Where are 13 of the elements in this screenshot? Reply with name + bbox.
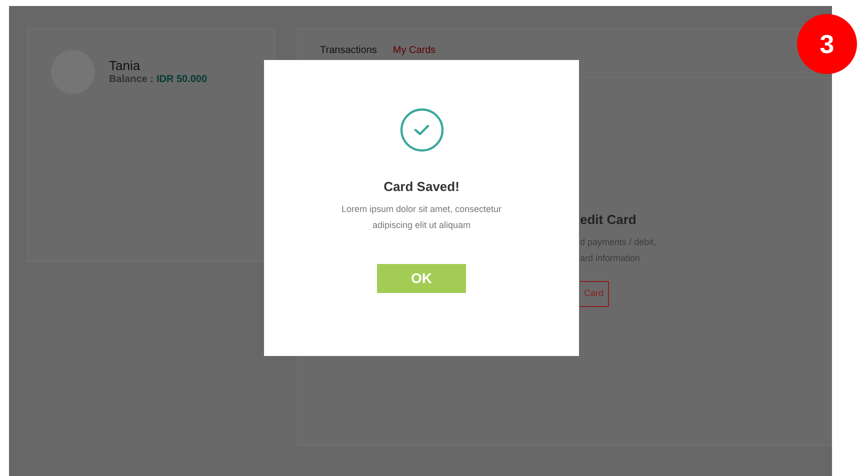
dialog-message: adipiscing elit ut aliquam	[372, 219, 471, 232]
step-badge: 3	[797, 14, 857, 74]
profile-name: Tania	[109, 58, 142, 73]
ok-button[interactable]: OK	[377, 264, 466, 293]
balance-value: IDR 50.000	[156, 73, 208, 86]
tab[interactable]: Transactions	[320, 43, 377, 57]
card-section-title: edit Card	[580, 212, 638, 228]
balance-label: Balance :	[109, 73, 154, 86]
tab[interactable]: My Cards	[392, 43, 436, 57]
dialog-message: Lorem ipsum dolor sit amet, consectetur	[341, 203, 502, 216]
add-card-button[interactable]: Card	[580, 280, 609, 307]
check-circle-icon	[400, 108, 444, 152]
dialog-title: Card Saved!	[384, 179, 460, 195]
